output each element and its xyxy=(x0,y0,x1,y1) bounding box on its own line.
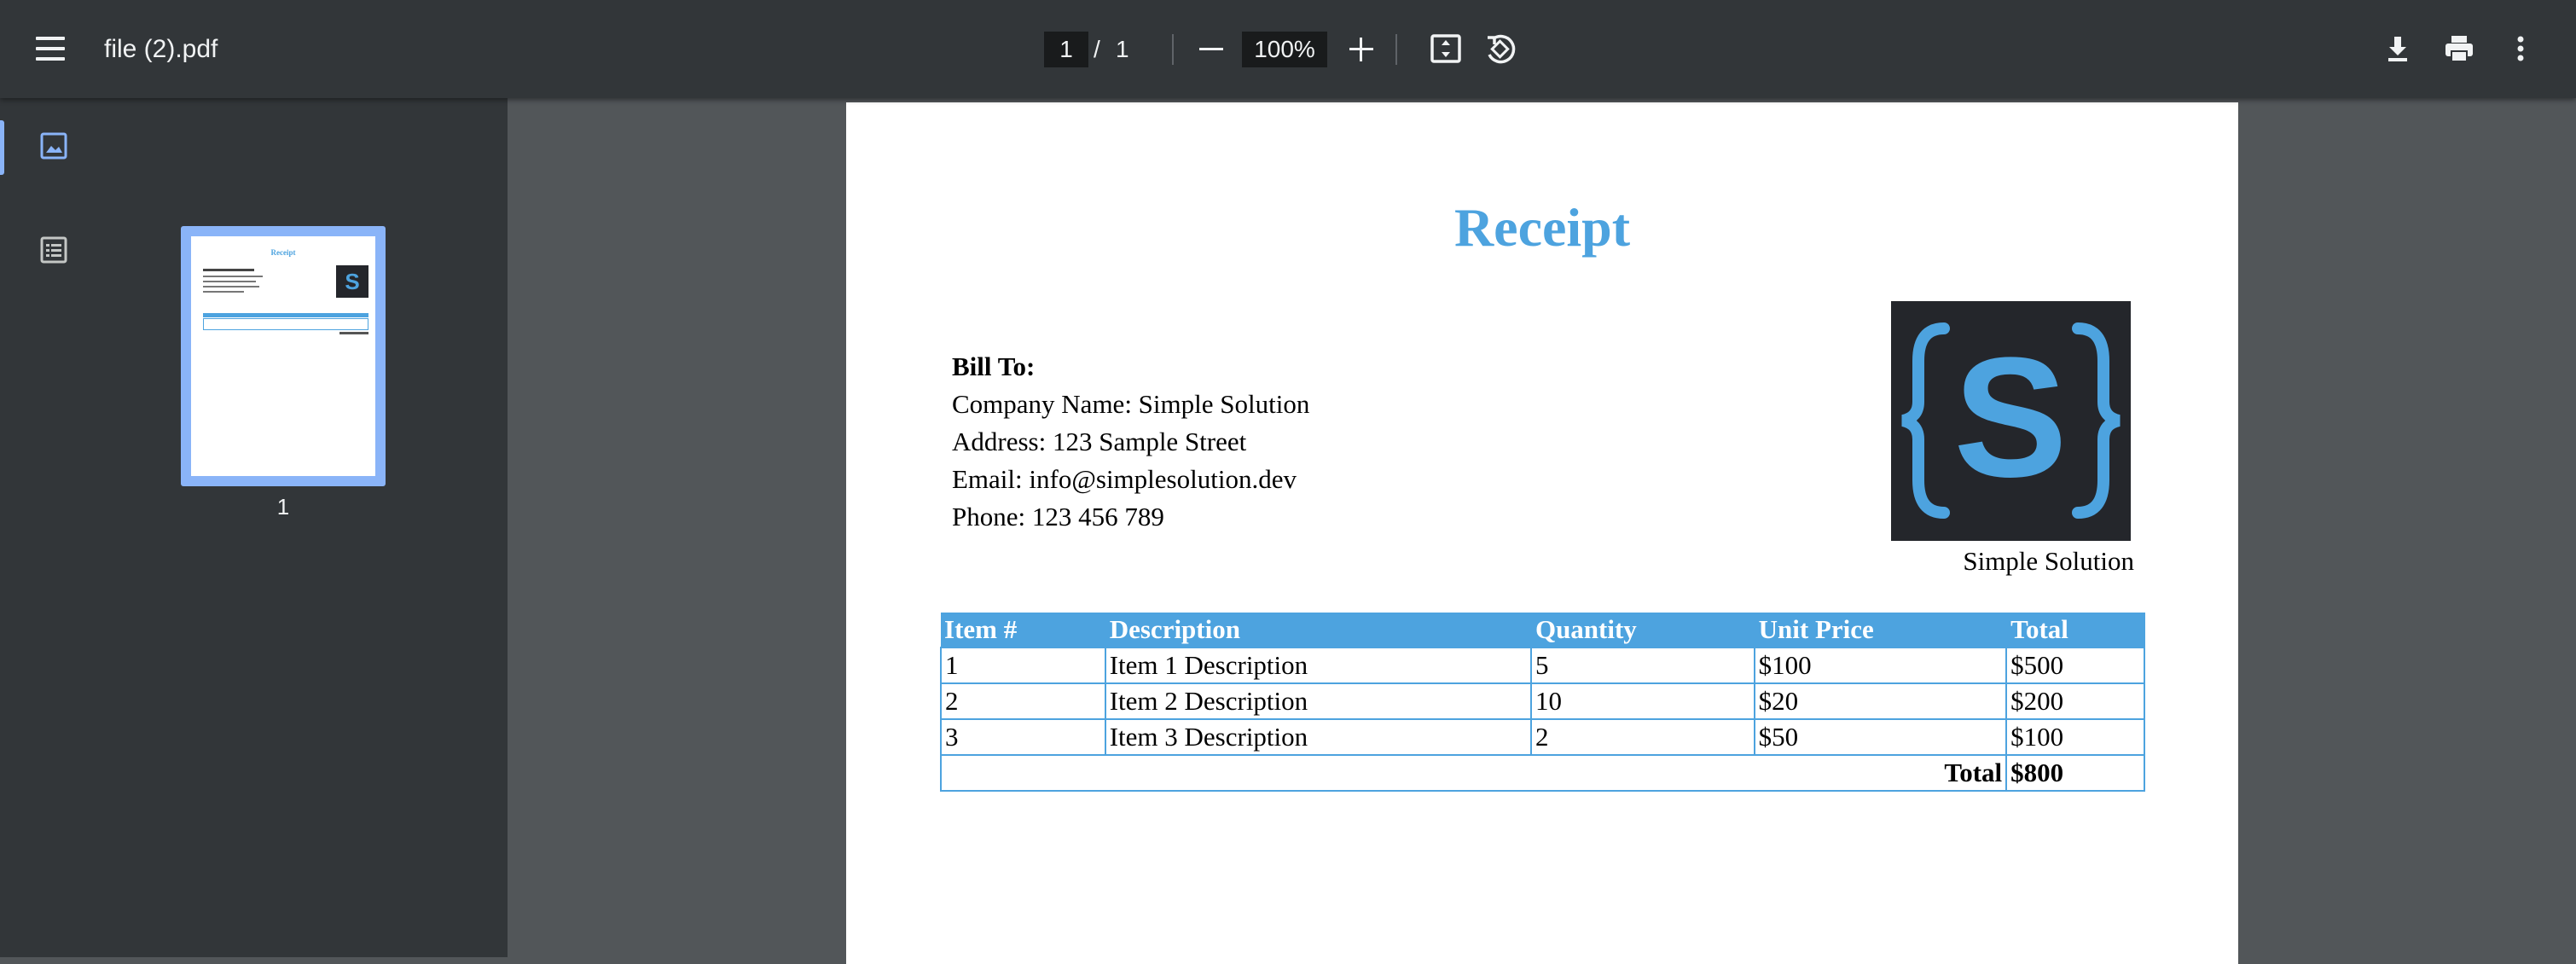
cell-item-number: 2 xyxy=(940,682,1106,720)
pdf-page: Receipt Bill To: Company Name: Simple So… xyxy=(846,102,2238,964)
download-icon[interactable] xyxy=(2378,29,2417,68)
thumbnail-text-line xyxy=(203,269,254,271)
page-separator: / xyxy=(1094,36,1100,62)
page-total: 1 xyxy=(1116,36,1129,62)
thumbnail-total xyxy=(339,332,368,334)
thumbnail-title: Receipt xyxy=(270,248,296,257)
table-row: 3 Item 3 Description 2 $50 $100 xyxy=(940,718,2145,756)
thumbnail-text-line xyxy=(203,276,263,277)
total-label: Total xyxy=(939,754,2008,792)
header-item-number: Item # xyxy=(941,613,1106,648)
cell-total: $100 xyxy=(2005,718,2145,756)
cell-unit-price: $100 xyxy=(1753,647,2008,684)
more-vert-icon[interactable] xyxy=(2501,29,2540,68)
items-table: Item # Description Quantity Unit Price T… xyxy=(939,613,2145,792)
fit-page-icon[interactable] xyxy=(1426,29,1465,68)
header-description: Description xyxy=(1105,613,1532,648)
toolbar-divider xyxy=(1172,34,1174,65)
toolbar-divider xyxy=(1395,34,1397,65)
thumbnail-preview: Receipt S xyxy=(191,236,375,476)
logo-caption: Simple Solution xyxy=(1963,546,2134,576)
cell-description: Item 2 Description xyxy=(1104,682,1532,720)
menu-icon[interactable] xyxy=(31,29,70,68)
cell-description: Item 1 Description xyxy=(1104,647,1532,684)
zoom-out-icon[interactable] xyxy=(1192,31,1230,68)
cell-quantity: 5 xyxy=(1529,647,1755,684)
table-header-row: Item # Description Quantity Unit Price T… xyxy=(941,613,2145,648)
sidebar: Receipt S 1 xyxy=(0,98,508,957)
thumbnail-page-number: 1 xyxy=(276,494,290,520)
total-value: $800 xyxy=(2005,754,2145,792)
thumbnail-text-line xyxy=(203,291,244,293)
viewer-toolbar: file (2).pdf 1 / 1 100% xyxy=(0,0,2576,98)
thumbnail-logo: S xyxy=(336,265,368,298)
receipt-title: Receipt xyxy=(1453,197,1631,258)
image-icon xyxy=(40,132,67,160)
logo-letter: S xyxy=(1953,322,2067,513)
bill-to-heading: Bill To: xyxy=(952,351,1036,381)
rotate-icon[interactable] xyxy=(1481,29,1520,68)
email-line: Email: info@simplesolution.dev xyxy=(952,464,1297,494)
cell-total: $500 xyxy=(2005,647,2145,684)
header-total: Total xyxy=(2006,613,2145,648)
cell-unit-price: $50 xyxy=(1753,718,2008,756)
active-tab-indicator xyxy=(0,120,4,175)
print-icon[interactable] xyxy=(2440,29,2479,68)
tab-thumbnails[interactable] xyxy=(0,113,111,182)
cell-description: Item 3 Description xyxy=(1104,718,1532,756)
header-quantity: Quantity xyxy=(1530,613,1755,648)
header-unit-price: Unit Price xyxy=(1754,613,2008,648)
thumbnail-text-line xyxy=(203,281,256,282)
list-icon xyxy=(40,236,67,264)
tab-outline[interactable] xyxy=(0,216,111,284)
cell-quantity: 2 xyxy=(1529,718,1755,756)
cell-unit-price: $20 xyxy=(1753,682,2008,720)
company-name-line: Company Name: Simple Solution xyxy=(952,389,1310,419)
cell-total: $200 xyxy=(2005,682,2145,720)
address-line: Address: 123 Sample Street xyxy=(952,427,1247,456)
phone-line: Phone: 123 456 789 xyxy=(952,502,1164,531)
thumbnail-text-line xyxy=(203,286,259,287)
page-thumbnail[interactable]: Receipt S xyxy=(181,226,386,486)
table-row: 2 Item 2 Description 10 $20 $200 xyxy=(940,682,2145,720)
zoom-input[interactable]: 100% xyxy=(1242,32,1327,67)
cell-quantity: 10 xyxy=(1529,682,1755,720)
thumbnail-table-header xyxy=(203,313,368,317)
zoom-in-icon[interactable] xyxy=(1343,31,1380,68)
table-row: 1 Item 1 Description 5 $100 $500 xyxy=(940,647,2145,684)
cell-item-number: 1 xyxy=(940,647,1106,684)
table-total-row: Total $800 xyxy=(939,754,2145,792)
page-number-input[interactable]: 1 xyxy=(1044,32,1088,67)
company-logo: S xyxy=(1891,301,2131,541)
thumbnail-table-body xyxy=(203,318,368,330)
file-title: file (2).pdf xyxy=(104,35,218,63)
bill-to-block: Bill To: Company Name: Simple Solution A… xyxy=(952,348,1309,536)
cell-item-number: 3 xyxy=(940,718,1106,756)
